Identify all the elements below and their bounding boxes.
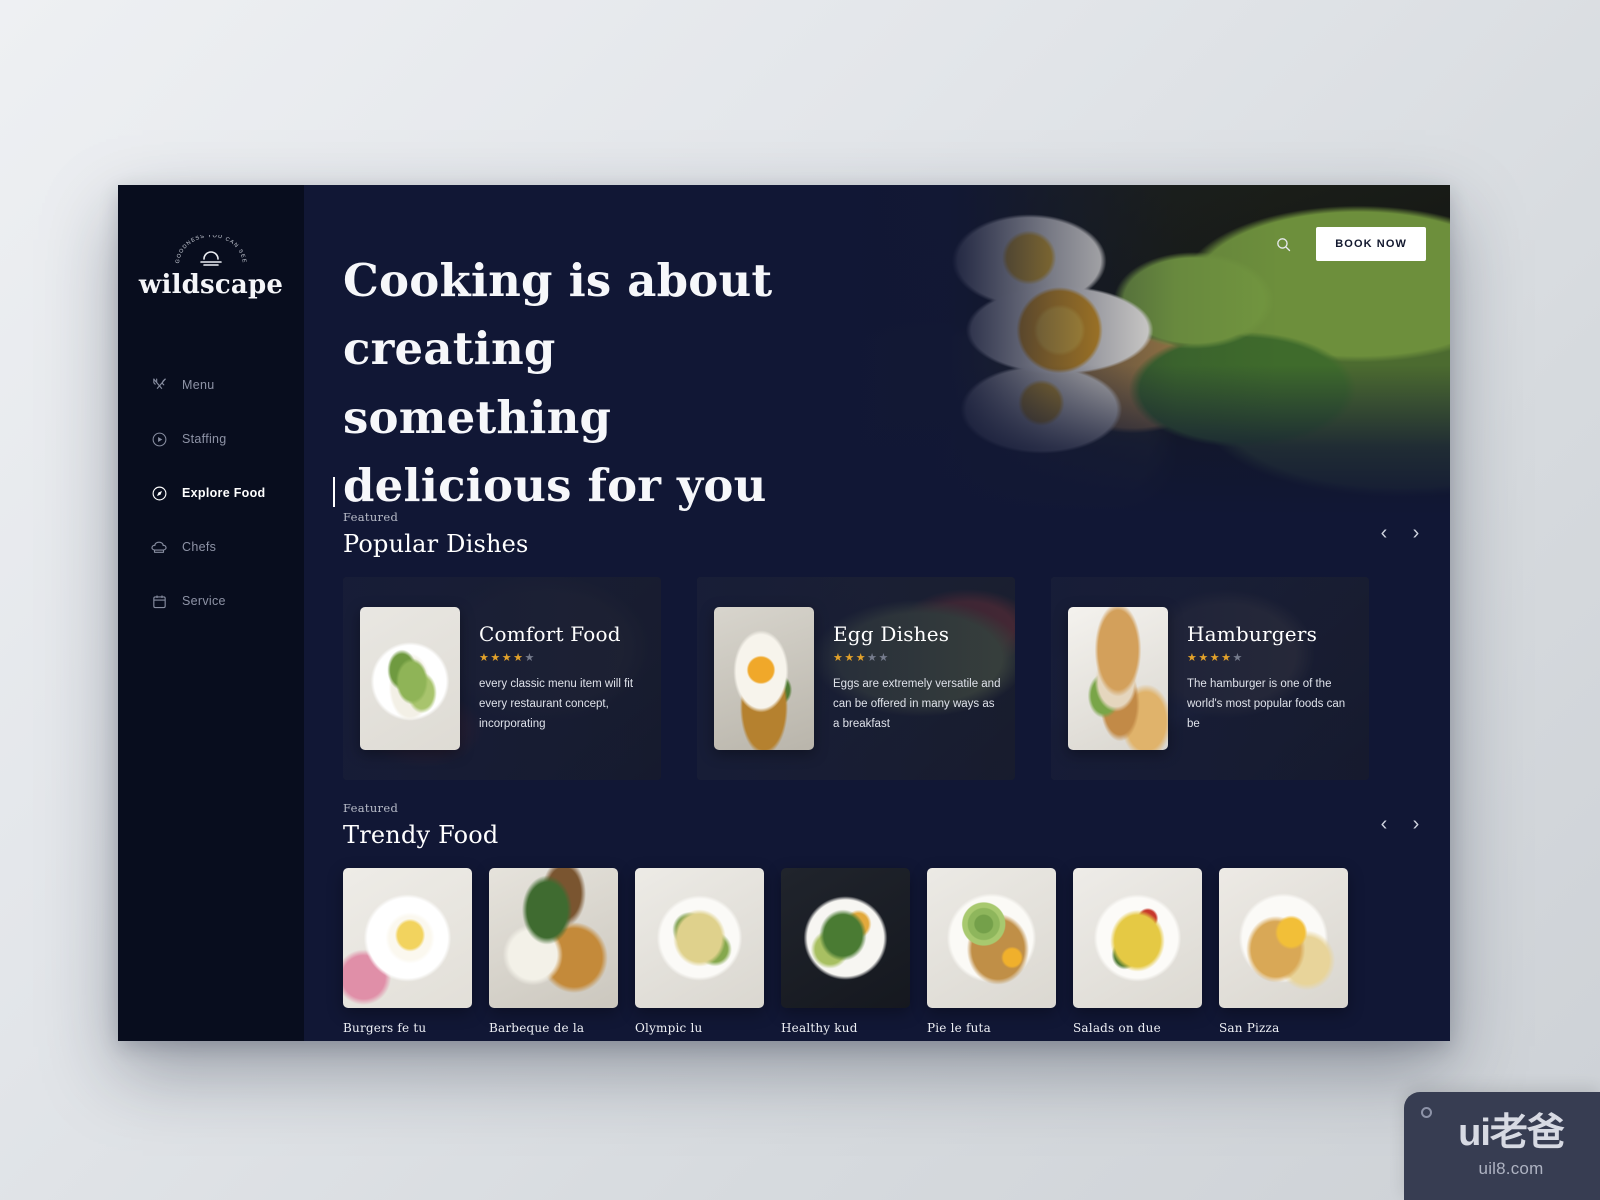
sidebar-item-label: Service — [182, 594, 226, 608]
trendy-food-header: Featured Trendy Food — [343, 801, 499, 849]
trendy-food-item[interactable]: Burgers fe tu — [343, 868, 472, 1035]
dish-description: Eggs are extremely versatile and can be … — [833, 678, 1001, 730]
trendy-thumbnail — [1073, 868, 1202, 1008]
calendar-icon — [150, 592, 168, 610]
sidebar-item-label: Explore Food — [182, 486, 266, 500]
trendy-food-label: Barbeque de la — [489, 1021, 585, 1035]
prev-arrow-icon[interactable]: ‹ — [1376, 522, 1392, 544]
play-circle-icon — [150, 430, 168, 448]
sidebar-item-label: Chefs — [182, 540, 217, 554]
dish-thumbnail — [714, 607, 814, 750]
trendy-food-label: Healthy kud — [781, 1021, 858, 1035]
trendy-food-label: San Pizza — [1219, 1021, 1280, 1035]
rating-stars: ★★★★★ — [479, 652, 536, 665]
sidebar-item-menu[interactable]: Menu — [118, 372, 304, 398]
main-content: BOOK NOW Cooking is about creating somet… — [304, 185, 1450, 1041]
dish-thumbnail — [360, 607, 460, 750]
trendy-food-nav-arrows: ‹ › — [1376, 813, 1424, 835]
trendy-food-item[interactable]: Barbeque de la — [489, 868, 618, 1035]
sidebar-item-service[interactable]: Service — [118, 588, 304, 614]
rating-stars: ★★★★★ — [833, 652, 890, 665]
trendy-food-label: Burgers fe tu — [343, 1021, 427, 1035]
watermark-main-text: ui老爸 — [1458, 1111, 1565, 1154]
trendy-thumbnail — [1219, 868, 1348, 1008]
rating-stars: ★★★★★ — [1187, 652, 1244, 665]
trendy-thumbnail — [781, 868, 910, 1008]
dish-description: The hamburger is one of the world's most… — [1187, 678, 1346, 730]
sidebar-item-explore-food[interactable]: Explore Food — [118, 477, 335, 507]
search-icon[interactable] — [1272, 233, 1294, 255]
sidebar-item-chefs[interactable]: Chefs — [118, 534, 304, 560]
chef-hat-icon — [150, 538, 168, 556]
logo-emblem-icon: GOODNESS YOU CAN SEE — [128, 235, 294, 269]
trendy-food-label: Pie le futa — [927, 1021, 991, 1035]
dish-title: Egg Dishes — [833, 622, 950, 647]
trendy-thumbnail — [635, 868, 764, 1008]
sidebar-item-label: Menu — [182, 378, 215, 392]
trendy-thumbnail — [343, 868, 472, 1008]
popular-dishes-nav-arrows: ‹ › — [1376, 522, 1424, 544]
popular-dishes-header: Featured Popular Dishes — [343, 510, 529, 558]
sidebar-nav: Menu Staffing Explore Food Chefs Service — [118, 372, 335, 614]
trendy-food-item[interactable]: Salads on due — [1073, 868, 1202, 1035]
trendy-food-item[interactable]: Healthy kud — [781, 868, 910, 1035]
dish-title: Hamburgers — [1187, 622, 1318, 647]
fork-knife-icon — [150, 376, 168, 394]
dish-card[interactable]: Comfort Food ★★★★★ every classic menu it… — [343, 577, 661, 780]
hero-heading: Cooking is about creating something deli… — [343, 254, 773, 513]
trendy-food-label: Olympic lu — [635, 1021, 703, 1035]
section-eyebrow: Featured — [343, 510, 399, 524]
dish-card[interactable]: Hamburgers ★★★★★ The hamburger is one of… — [1051, 577, 1369, 780]
watermark: ui老爸 uil8.com — [1404, 1092, 1600, 1200]
next-arrow-icon[interactable]: › — [1408, 522, 1424, 544]
section-title: Trendy Food — [343, 821, 499, 849]
trendy-food-item[interactable]: Pie le futa — [927, 868, 1056, 1035]
dish-card[interactable]: Egg Dishes ★★★★★ Eggs are extremely vers… — [697, 577, 1015, 780]
watermark-sub-text: uil8.com — [1478, 1158, 1544, 1178]
trendy-food-label: Salads on due — [1073, 1021, 1161, 1035]
sidebar: GOODNESS YOU CAN SEE wildscape Menu Staf… — [118, 185, 335, 1041]
popular-dishes-list: Comfort Food ★★★★★ every classic menu it… — [343, 577, 1369, 780]
compass-icon — [150, 484, 168, 502]
topbar: BOOK NOW — [1272, 227, 1426, 261]
app-window: GOODNESS YOU CAN SEE wildscape Menu Staf… — [118, 185, 1450, 1041]
brand-name: wildscape — [138, 270, 284, 300]
prev-arrow-icon[interactable]: ‹ — [1376, 813, 1392, 835]
sidebar-item-label: Staffing — [182, 432, 227, 446]
trendy-thumbnail — [927, 868, 1056, 1008]
trendy-food-list: Burgers fe tu Barbeque de la Olympic lu … — [343, 868, 1348, 1035]
trendy-thumbnail — [489, 868, 618, 1008]
next-arrow-icon[interactable]: › — [1408, 813, 1424, 835]
svg-text:GOODNESS YOU CAN SEE: GOODNESS YOU CAN SEE — [175, 235, 247, 264]
dish-thumbnail — [1068, 607, 1168, 750]
book-now-button[interactable]: BOOK NOW — [1316, 227, 1426, 261]
trendy-food-item[interactable]: San Pizza — [1219, 868, 1348, 1035]
brand-logo[interactable]: GOODNESS YOU CAN SEE wildscape — [118, 235, 304, 300]
dish-title: Comfort Food — [479, 622, 621, 647]
sidebar-item-staffing[interactable]: Staffing — [118, 426, 304, 452]
dish-description: every classic menu item will fit every r… — [479, 678, 634, 730]
section-eyebrow: Featured — [343, 801, 399, 815]
trendy-food-item[interactable]: Olympic lu — [635, 868, 764, 1035]
section-title: Popular Dishes — [343, 530, 529, 558]
watermark-dot-icon — [1421, 1107, 1432, 1118]
